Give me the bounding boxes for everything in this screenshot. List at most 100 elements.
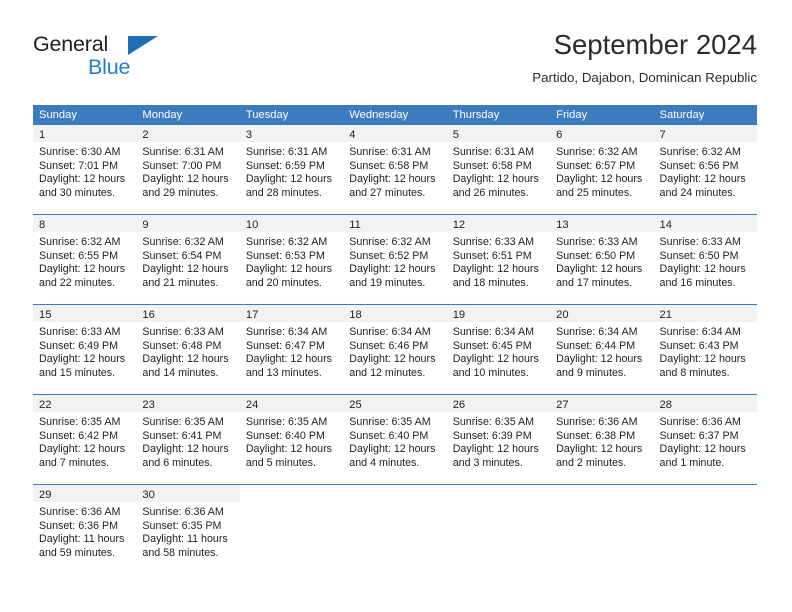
day-number-band: 10: [239, 215, 344, 232]
day-cell[interactable]: 30 Sunrise: 6:36 AM Sunset: 6:35 PM Dayligh…: [136, 485, 240, 574]
sunrise-text: Sunrise: 6:32 AM: [349, 236, 431, 248]
day-cell-empty: [447, 485, 550, 574]
day-cell[interactable]: 5 Sunrise: 6:31 AM Sunset: 6:58 PM Daylight…: [446, 125, 551, 214]
day-number: 4: [349, 129, 356, 141]
day-cell-empty: [550, 485, 653, 574]
day-number: 2: [142, 129, 149, 141]
sunset-text: Sunset: 6:38 PM: [556, 429, 636, 442]
sunset-text: Sunset: 6:47 PM: [245, 339, 325, 352]
sunrise-text: Sunrise: 6:31 AM: [452, 146, 535, 158]
daylight-text-line1: Daylight: 12 hours: [452, 353, 539, 366]
day-cell[interactable]: 20 Sunrise: 6:34 AM Sunset: 6:44 PM Dayligh…: [550, 305, 654, 394]
daylight-text-line2: and 20 minutes.: [245, 276, 322, 289]
daylight-text-line2: and 59 minutes.: [39, 546, 116, 559]
day-cell[interactable]: 4 Sunrise: 6:31 AM Sunset: 6:58 PM Daylight…: [343, 125, 447, 214]
day-cell[interactable]: 8 Sunrise: 6:32 AM Sunset: 6:55 PM Daylight…: [33, 215, 137, 304]
day-cell[interactable]: 28 Sunrise: 6:36 AM Sunset: 6:37 PM Dayligh…: [653, 395, 757, 484]
day-cell[interactable]: 19 Sunrise: 6:34 AM Sunset: 6:45 PM Dayligh…: [446, 305, 551, 394]
brand-logo[interactable]: General Blue: [33, 32, 173, 90]
daylight-text-line1: Daylight: 12 hours: [245, 443, 332, 456]
day-details: Sunrise: 6:34 AM Sunset: 6:46 PM Daylight:…: [343, 322, 446, 380]
daylight-text-line2: and 2 minutes.: [556, 456, 627, 469]
day-number: 21: [659, 309, 672, 321]
brand-triangle-icon: [128, 36, 158, 55]
daylight-text-line1: Daylight: 12 hours: [245, 173, 332, 186]
daylight-text-line2: and 27 minutes.: [349, 186, 426, 199]
day-number-band: 28: [653, 395, 757, 412]
daylight-text-line2: and 1 minute.: [659, 456, 725, 469]
day-cell[interactable]: 9 Sunrise: 6:32 AM Sunset: 6:54 PM Daylight…: [136, 215, 240, 304]
day-cell[interactable]: 1 Sunrise: 6:30 AM Sunset: 7:01 PM Daylight…: [33, 125, 137, 214]
weekday-header-monday: Monday: [142, 109, 183, 121]
sunrise-text: Sunrise: 6:33 AM: [39, 326, 121, 338]
day-cell-empty: [240, 485, 343, 574]
day-number: 28: [659, 399, 672, 411]
day-cell[interactable]: 7 Sunrise: 6:32 AM Sunset: 6:56 PM Daylight…: [653, 125, 757, 214]
sunset-text: Sunset: 6:41 PM: [142, 429, 222, 442]
day-cell[interactable]: 16 Sunrise: 6:33 AM Sunset: 6:48 PM Dayligh…: [136, 305, 240, 394]
day-number-band: 19: [446, 305, 551, 322]
daylight-text-line2: and 13 minutes.: [245, 366, 322, 379]
day-cell[interactable]: 25 Sunrise: 6:35 AM Sunset: 6:40 PM Dayligh…: [343, 395, 447, 484]
day-cell[interactable]: 26 Sunrise: 6:35 AM Sunset: 6:39 PM Dayligh…: [446, 395, 551, 484]
day-cell[interactable]: 27 Sunrise: 6:36 AM Sunset: 6:38 PM Dayligh…: [550, 395, 654, 484]
day-cell[interactable]: 14 Sunrise: 6:33 AM Sunset: 6:50 PM Dayligh…: [653, 215, 757, 304]
day-number-band: 23: [136, 395, 240, 412]
daylight-text-line2: and 21 minutes.: [142, 276, 219, 289]
day-cell[interactable]: 22 Sunrise: 6:35 AM Sunset: 6:42 PM Dayligh…: [33, 395, 137, 484]
sunset-text: Sunset: 6:43 PM: [659, 339, 739, 352]
day-number-band: 12: [446, 215, 551, 232]
calendar-week-row: 29 Sunrise: 6:36 AM Sunset: 6:36 PM Dayligh…: [33, 484, 757, 574]
sunset-text: Sunset: 6:58 PM: [349, 159, 429, 172]
sunset-text: Sunset: 6:52 PM: [349, 249, 429, 262]
daylight-text-line2: and 29 minutes.: [142, 186, 219, 199]
day-cell[interactable]: 18 Sunrise: 6:34 AM Sunset: 6:46 PM Dayligh…: [343, 305, 447, 394]
day-cell[interactable]: 23 Sunrise: 6:35 AM Sunset: 6:41 PM Dayligh…: [136, 395, 240, 484]
day-details: Sunrise: 6:33 AM Sunset: 6:50 PM Daylight:…: [654, 232, 757, 290]
day-cell[interactable]: 15 Sunrise: 6:33 AM Sunset: 6:49 PM Dayligh…: [33, 305, 137, 394]
day-cell[interactable]: 17 Sunrise: 6:34 AM Sunset: 6:47 PM Dayligh…: [239, 305, 344, 394]
sunrise-text: Sunrise: 6:33 AM: [142, 326, 224, 338]
day-number-band: 13: [550, 215, 654, 232]
weekday-header-wednesday: Wednesday: [349, 109, 409, 121]
day-number: 19: [452, 309, 466, 321]
day-number-band: 22: [33, 395, 137, 412]
day-number-band: 7: [653, 125, 757, 142]
day-cell[interactable]: 11 Sunrise: 6:32 AM Sunset: 6:52 PM Dayligh…: [343, 215, 447, 304]
calendar-week-row: 15 Sunrise: 6:33 AM Sunset: 6:49 PM Dayligh…: [33, 304, 757, 394]
sunrise-text: Sunrise: 6:35 AM: [452, 416, 535, 428]
sunset-text: Sunset: 7:00 PM: [142, 159, 222, 172]
day-cell[interactable]: 13 Sunrise: 6:33 AM Sunset: 6:50 PM Dayligh…: [550, 215, 654, 304]
daylight-text-line1: Daylight: 12 hours: [142, 173, 229, 186]
day-number-band: 14: [653, 215, 757, 232]
sunrise-text: Sunrise: 6:36 AM: [659, 416, 741, 428]
day-cell[interactable]: 12 Sunrise: 6:33 AM Sunset: 6:51 PM Dayligh…: [446, 215, 551, 304]
day-cell[interactable]: 29 Sunrise: 6:36 AM Sunset: 6:36 PM Dayligh…: [33, 485, 137, 574]
daylight-text-line2: and 26 minutes.: [452, 186, 529, 199]
daylight-text-line2: and 8 minutes.: [659, 366, 730, 379]
day-cell[interactable]: 3 Sunrise: 6:31 AM Sunset: 6:59 PM Daylight…: [239, 125, 344, 214]
daylight-text-line2: and 7 minutes.: [39, 456, 110, 469]
sunset-text: Sunset: 6:37 PM: [659, 429, 739, 442]
day-cell[interactable]: 21 Sunrise: 6:34 AM Sunset: 6:43 PM Dayligh…: [653, 305, 757, 394]
sunrise-text: Sunrise: 6:34 AM: [659, 326, 741, 338]
daylight-text-line2: and 6 minutes.: [142, 456, 213, 469]
daylight-text-line1: Daylight: 12 hours: [659, 353, 746, 366]
day-number: 1: [39, 129, 46, 141]
day-number: 6: [556, 129, 563, 141]
day-cell[interactable]: 24 Sunrise: 6:35 AM Sunset: 6:40 PM Dayligh…: [239, 395, 344, 484]
sunrise-text: Sunrise: 6:31 AM: [245, 146, 328, 158]
day-details: Sunrise: 6:34 AM Sunset: 6:45 PM Daylight:…: [447, 322, 550, 380]
sunrise-text: Sunrise: 6:34 AM: [349, 326, 431, 338]
day-number: 10: [245, 219, 259, 231]
daylight-text-line1: Daylight: 12 hours: [556, 353, 643, 366]
sunset-text: Sunset: 6:59 PM: [245, 159, 325, 172]
day-cell[interactable]: 6 Sunrise: 6:32 AM Sunset: 6:57 PM Daylight…: [550, 125, 654, 214]
day-number: 27: [556, 399, 569, 411]
daylight-text-line1: Daylight: 12 hours: [39, 173, 126, 186]
sunset-text: Sunset: 6:57 PM: [556, 159, 636, 172]
day-number: 30: [142, 489, 155, 501]
sunset-text: Sunset: 6:35 PM: [142, 519, 222, 532]
day-cell[interactable]: 2 Sunrise: 6:31 AM Sunset: 7:00 PM Daylight…: [136, 125, 240, 214]
day-cell[interactable]: 10 Sunrise: 6:32 AM Sunset: 6:53 PM Dayligh…: [239, 215, 344, 304]
